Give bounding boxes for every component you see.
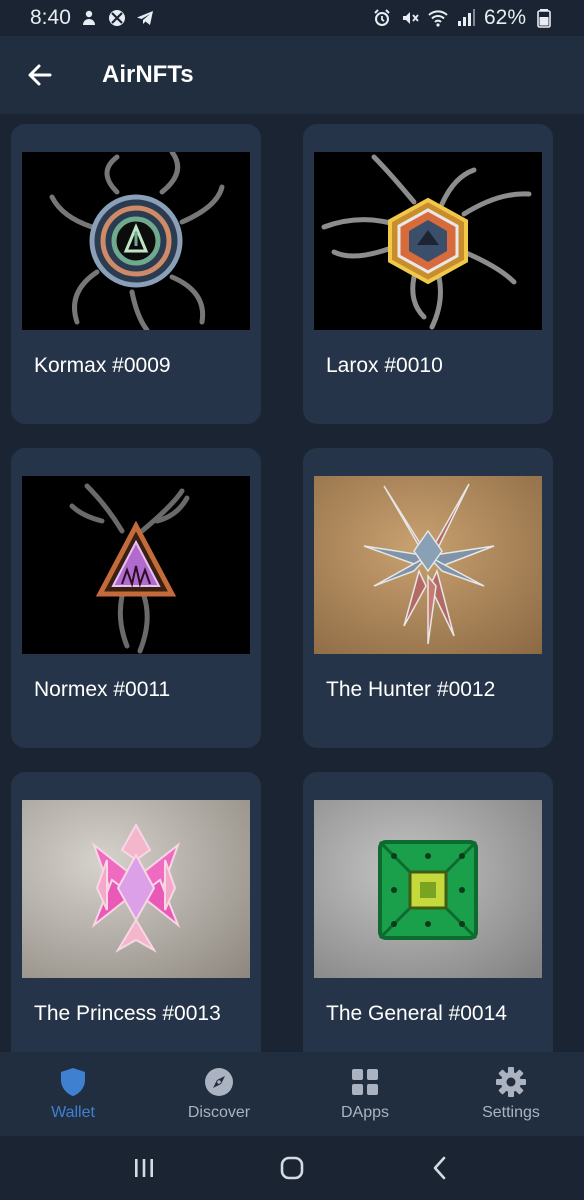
status-left: 8:40	[30, 6, 155, 30]
telegram-icon	[135, 8, 155, 28]
recent-apps-icon	[135, 1159, 153, 1177]
nft-card-the-princess[interactable]: The Princess #0013	[11, 772, 261, 1052]
notification-person-icon	[79, 8, 99, 28]
nft-card-kormax[interactable]: Kormax #0009	[11, 124, 261, 424]
mute-icon	[400, 8, 420, 28]
back-button[interactable]	[24, 59, 56, 91]
nft-card-the-general[interactable]: The General #0014	[303, 772, 553, 1052]
nft-name: Larox #0010	[326, 354, 443, 377]
nft-image	[314, 800, 542, 978]
shield-icon	[61, 1068, 85, 1096]
screen: 8:40 62% AirNFTs Kormax #0009 Larox #001…	[0, 0, 584, 1200]
page-title: AirNFTs	[102, 61, 194, 88]
battery-percent: 62%	[483, 6, 526, 29]
status-right: 62%	[372, 6, 554, 30]
home-icon	[280, 1156, 304, 1180]
nft-image	[314, 476, 542, 654]
nft-card-larox[interactable]: Larox #0010	[303, 124, 553, 424]
status-time: 8:40	[30, 6, 71, 29]
bottom-nav: Wallet Discover DApps Settings	[0, 1052, 584, 1136]
nav-label: Settings	[482, 1104, 540, 1121]
nft-image	[22, 152, 250, 330]
nav-discover[interactable]: Discover	[146, 1052, 292, 1136]
system-back-button[interactable]	[420, 1148, 460, 1188]
nft-card-normex[interactable]: Normex #0011	[11, 448, 261, 748]
nav-label: DApps	[340, 1104, 390, 1121]
nft-image	[22, 476, 250, 654]
wifi-icon	[428, 8, 448, 28]
back-icon	[433, 1156, 446, 1180]
signal-icon	[456, 8, 476, 28]
app-bar: AirNFTs	[0, 36, 584, 114]
nft-image	[22, 800, 250, 978]
grid-icon	[352, 1069, 378, 1095]
nft-card-the-hunter[interactable]: The Hunter #0012	[303, 448, 553, 748]
back-arrow-icon	[28, 64, 52, 86]
nft-image	[314, 152, 542, 330]
nft-name: The Princess #0013	[34, 1002, 221, 1025]
nav-wallet[interactable]: Wallet	[0, 1052, 146, 1136]
home-button[interactable]	[272, 1148, 312, 1188]
status-bar: 8:40 62%	[0, 0, 584, 36]
nft-name: The Hunter #0012	[326, 678, 496, 701]
nft-name: Normex #0011	[34, 678, 171, 701]
gear-icon	[496, 1067, 526, 1097]
nft-grid: Kormax #0009 Larox #0010 Normex #0011 Th…	[0, 114, 584, 1052]
nav-settings[interactable]: Settings	[438, 1052, 584, 1136]
system-nav	[0, 1136, 584, 1200]
nft-name: The General #0014	[326, 1002, 507, 1025]
nav-dapps[interactable]: DApps	[292, 1052, 438, 1136]
nav-label: Discover	[187, 1104, 251, 1121]
nav-label: Wallet	[51, 1104, 95, 1121]
alarm-icon	[372, 8, 392, 28]
recent-apps-button[interactable]	[124, 1148, 164, 1188]
compass-icon	[205, 1068, 233, 1096]
nft-name: Kormax #0009	[34, 354, 171, 377]
xbox-icon	[107, 8, 127, 28]
battery-icon	[534, 8, 554, 28]
